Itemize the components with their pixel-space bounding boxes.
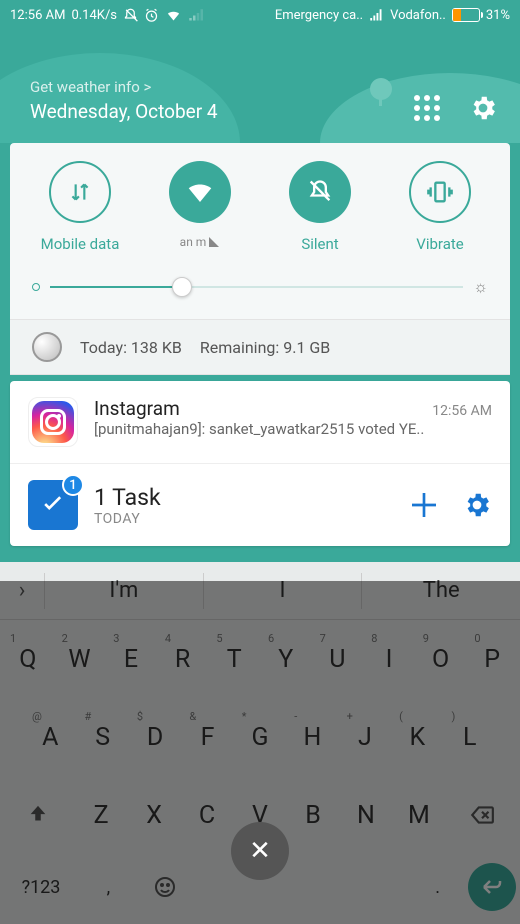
alarm-icon xyxy=(144,8,159,23)
status-battery-pct: 31% xyxy=(486,8,510,23)
shade-header: Get weather info > Wednesday, October 4 xyxy=(0,30,520,143)
silent-icon xyxy=(306,178,334,206)
status-net-speed: 0.14K/s xyxy=(71,8,117,23)
status-time: 12:56 AM xyxy=(10,8,65,23)
notification-text: [punitmahajan9]: sanket_yawatkar2515 vot… xyxy=(94,420,492,438)
data-usage-remaining: Remaining: 9.1 GB xyxy=(200,338,330,357)
qs-vibrate[interactable]: Vibrate xyxy=(380,161,500,253)
status-carrier: Vodafon.. xyxy=(390,8,446,23)
quick-settings-panel: Mobile data an m Silent Vibrate ☼ Toda xyxy=(10,143,510,375)
mute-icon xyxy=(123,8,138,23)
vibrate-icon xyxy=(426,178,454,206)
qs-label: an m xyxy=(180,235,221,249)
task-subtitle: TODAY xyxy=(94,511,392,527)
tasks-app-icon: 1 xyxy=(28,480,78,530)
status-emergency: Emergency ca.. xyxy=(275,8,363,23)
status-bar: 12:56 AM 0.14K/s Emergency ca.. Vodafon.… xyxy=(0,0,520,30)
app-grid-icon[interactable] xyxy=(414,95,440,121)
notification-app-name: Instagram xyxy=(94,397,180,420)
qs-label: Silent xyxy=(301,235,338,253)
wifi-icon xyxy=(165,8,182,23)
instagram-app-icon xyxy=(28,397,78,447)
header-date: Wednesday, October 4 xyxy=(30,100,414,123)
brightness-thumb[interactable] xyxy=(172,277,192,297)
qs-label: Mobile data xyxy=(41,235,120,253)
brightness-min-icon xyxy=(32,283,40,291)
qs-silent[interactable]: Silent xyxy=(260,161,380,253)
notification-time: 12:56 AM xyxy=(432,403,492,419)
qs-label: Vibrate xyxy=(416,235,463,253)
data-usage-app-icon xyxy=(32,332,62,362)
task-title: 1 Task xyxy=(94,484,392,511)
signal-icon xyxy=(369,8,384,23)
settings-icon[interactable] xyxy=(468,93,498,123)
qs-mobile-data[interactable]: Mobile data xyxy=(20,161,140,253)
mobile-data-icon xyxy=(67,179,93,205)
data-usage-row[interactable]: Today: 138 KB Remaining: 9.1 GB xyxy=(10,319,510,375)
close-shade-button[interactable]: ✕ xyxy=(231,822,289,880)
auto-brightness-icon[interactable]: ☼ xyxy=(473,277,488,297)
notification-item[interactable]: Instagram 12:56 AM [punitmahajan9]: sank… xyxy=(10,381,510,464)
task-badge: 1 xyxy=(62,474,84,496)
data-usage-today: Today: 138 KB xyxy=(80,338,182,357)
task-settings-icon[interactable] xyxy=(462,490,492,520)
notification-item[interactable]: 1 1 Task TODAY xyxy=(10,464,510,546)
signal-weak-icon xyxy=(188,8,203,23)
battery-icon xyxy=(452,8,480,22)
wifi-toggle-icon xyxy=(185,177,215,207)
brightness-slider[interactable]: ☼ xyxy=(10,267,510,319)
weather-link[interactable]: Get weather info > xyxy=(30,78,414,96)
notifications-list: Instagram 12:56 AM [punitmahajan9]: sank… xyxy=(10,381,510,546)
add-task-icon[interactable] xyxy=(408,489,440,521)
qs-wifi[interactable]: an m xyxy=(140,161,260,253)
